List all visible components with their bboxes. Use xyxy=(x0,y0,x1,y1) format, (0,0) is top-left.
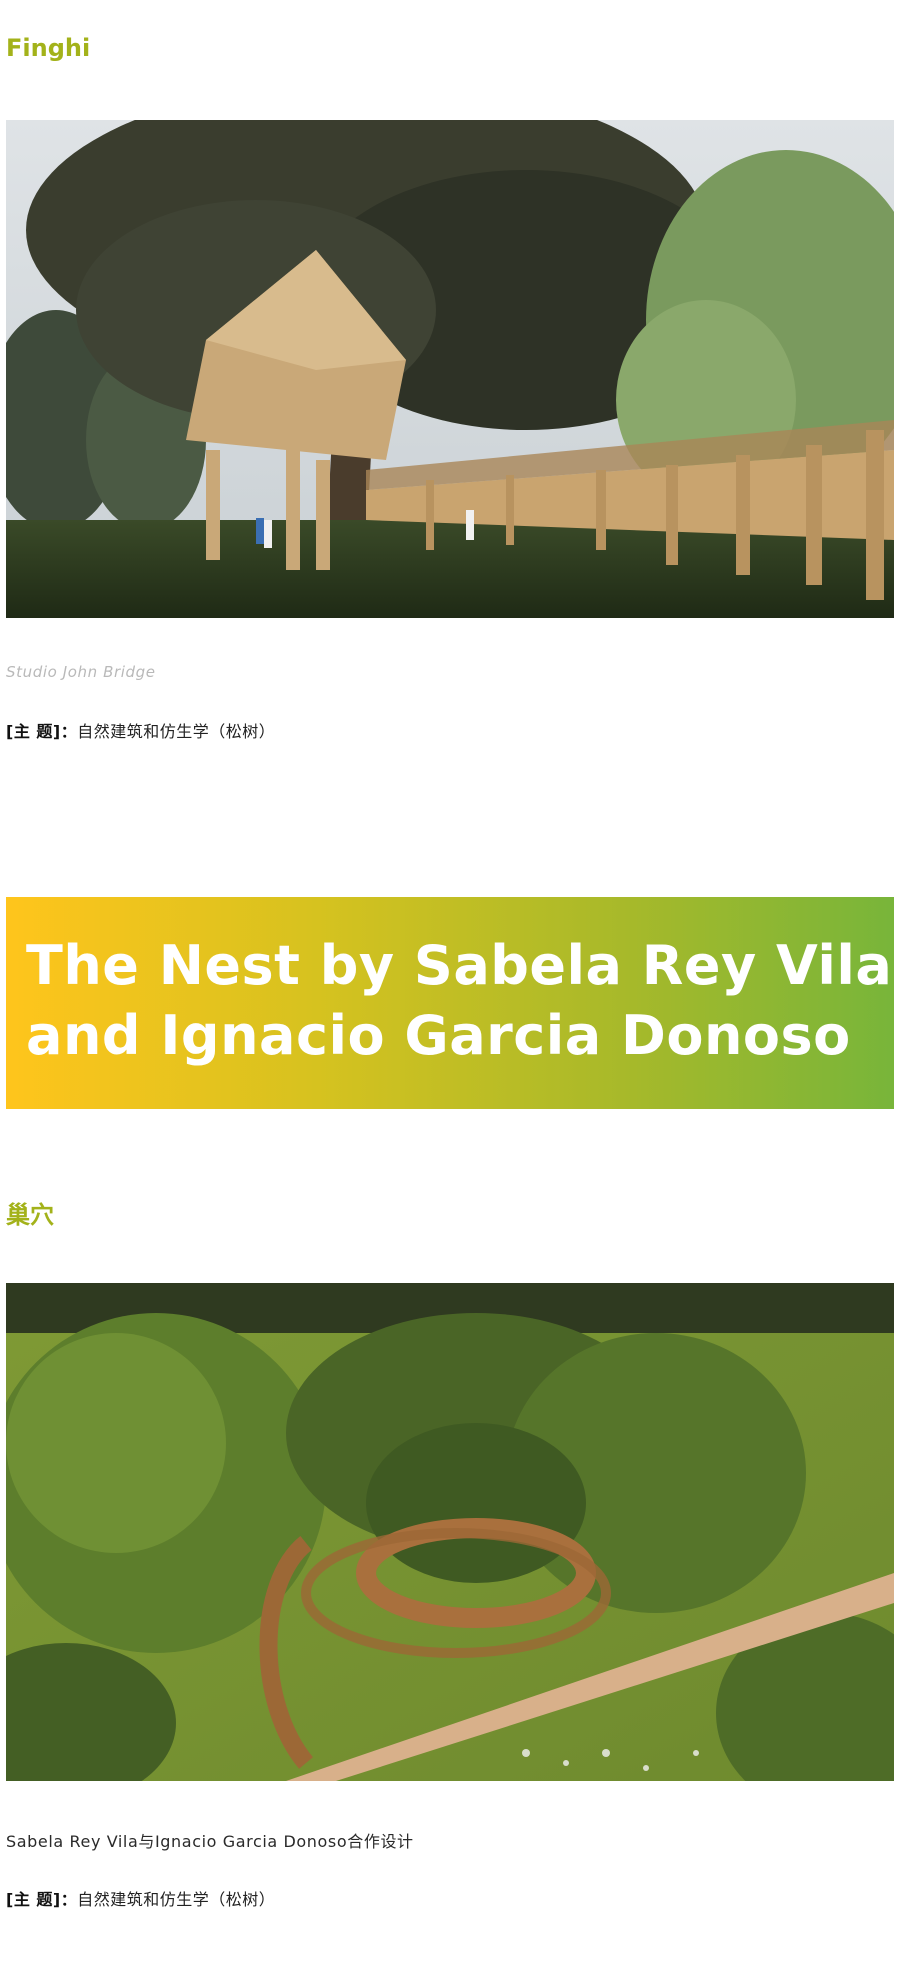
topic-line: [主 题]：自然建筑和仿生学（松树） xyxy=(6,718,275,742)
treehouse-walkway-photo xyxy=(6,120,894,618)
section-title-nest: 巢穴 xyxy=(6,1201,54,1229)
treehouse-illustration xyxy=(6,120,894,618)
design-credit-caption: Sabela Rey Vila与Ignacio Garcia Donoso合作设… xyxy=(6,1832,414,1851)
nest-aerial-photo xyxy=(6,1283,894,1781)
banner-heading-line-2: and Ignacio Garcia Donoso xyxy=(26,1004,851,1067)
banner-heading: The Nest by Sabela Rey Vila and Ignacio … xyxy=(26,931,894,1071)
section-title-finghi: Finghi xyxy=(6,34,91,62)
topic-label: [主 题]： xyxy=(6,722,78,741)
nest-illustration xyxy=(6,1283,894,1781)
topic-value: 自然建筑和仿生学（松树） xyxy=(77,1890,276,1909)
topic-label: [主 题]： xyxy=(6,1890,78,1909)
topic-value: 自然建筑和仿生学（松树） xyxy=(77,722,276,741)
banner-heading-line-1: The Nest by Sabela Rey Vila xyxy=(26,934,893,997)
photo-credit-caption: Studio John Bridge xyxy=(6,663,156,681)
project-banner: The Nest by Sabela Rey Vila and Ignacio … xyxy=(6,897,894,1109)
topic-line: [主 题]：自然建筑和仿生学（松树） xyxy=(6,1886,275,1910)
